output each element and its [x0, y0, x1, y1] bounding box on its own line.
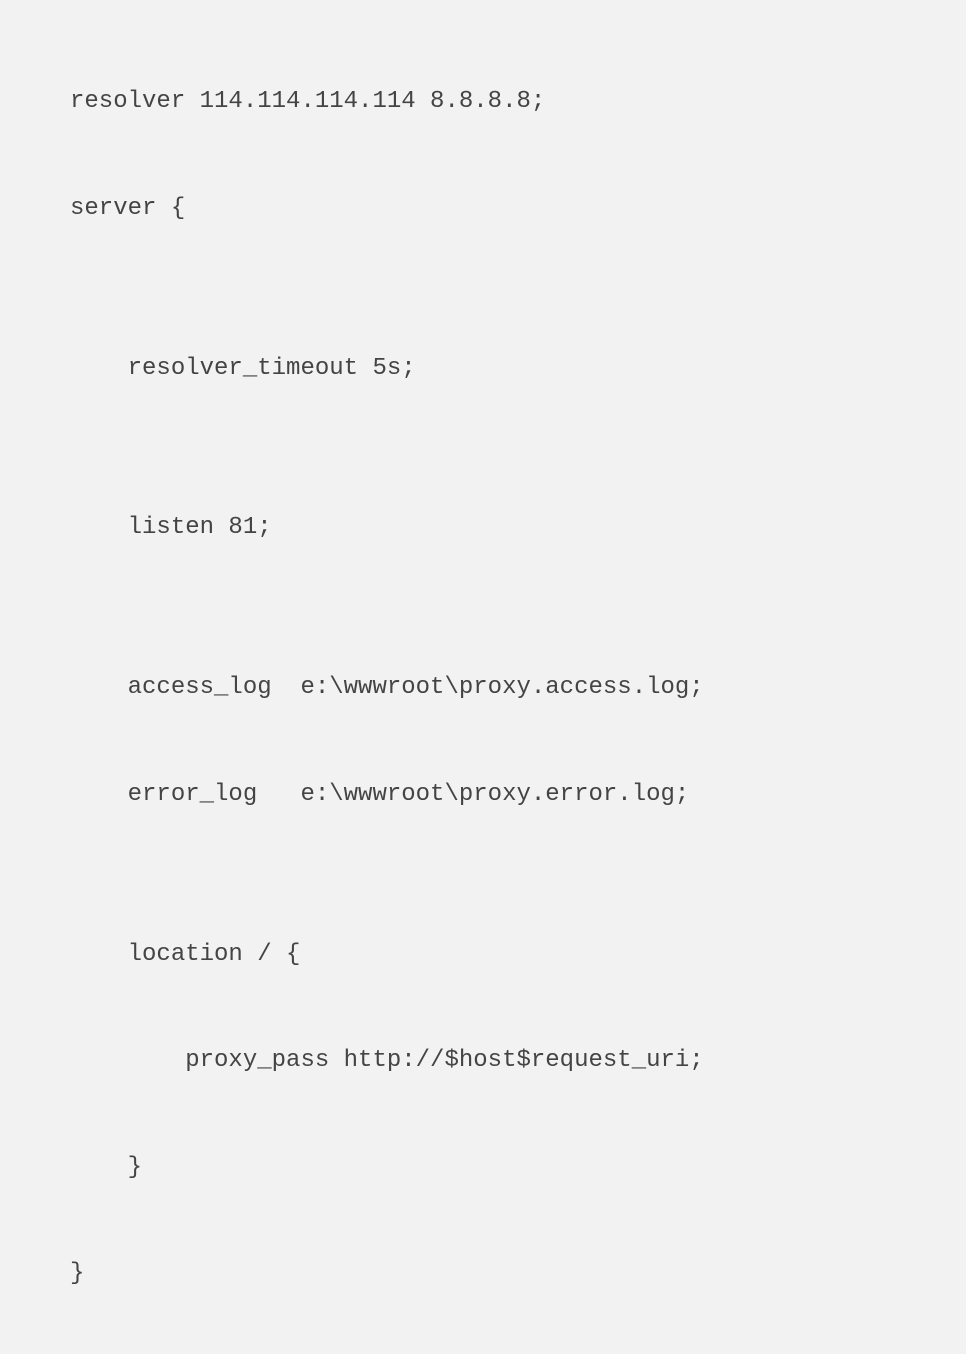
code-line: listen 81; — [70, 501, 896, 554]
code-line: } — [70, 1247, 896, 1300]
code-line: resolver_timeout 5s; — [70, 342, 896, 395]
nginx-config-code-block: resolver 114.114.114.114 8.8.8.8; server… — [70, 22, 896, 1354]
code-line: server { — [70, 182, 896, 235]
code-line: location / { — [70, 928, 896, 981]
code-line: } — [70, 1141, 896, 1194]
code-line: error_log e:\wwwroot\proxy.error.log; — [70, 768, 896, 821]
code-line: access_log e:\wwwroot\proxy.access.log; — [70, 661, 896, 714]
code-line: proxy_pass http://$host$request_uri; — [70, 1034, 896, 1087]
code-line: resolver 114.114.114.114 8.8.8.8; — [70, 75, 896, 128]
